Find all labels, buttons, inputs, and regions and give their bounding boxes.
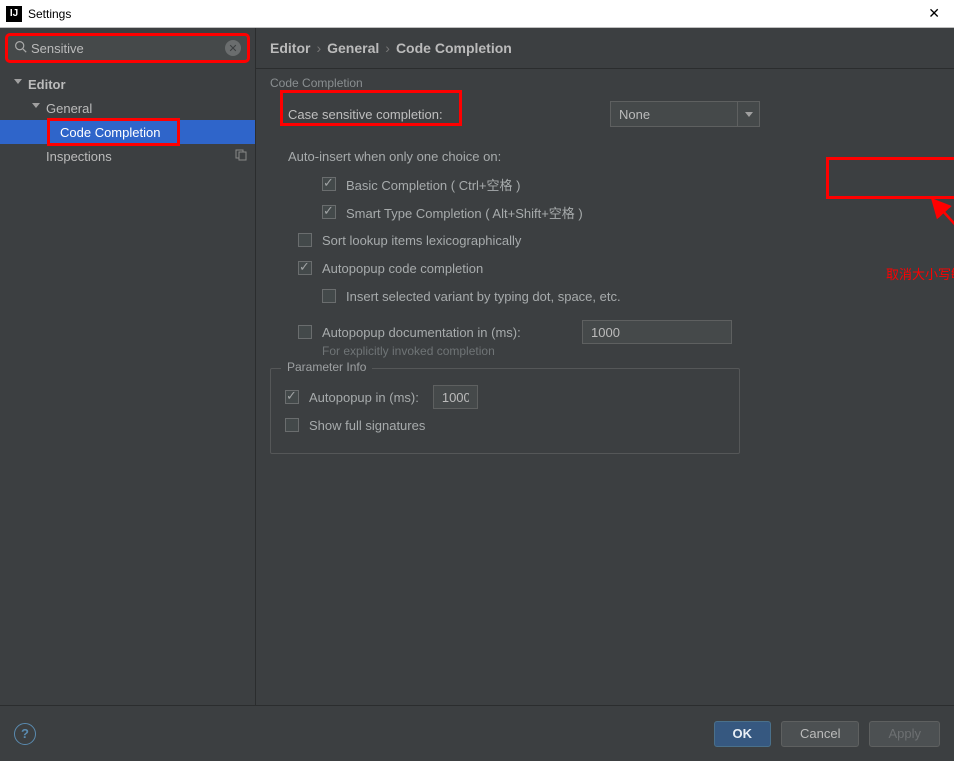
tree-label: Inspections [46, 149, 235, 164]
select-value: None [619, 107, 650, 122]
param-delay-input[interactable] [433, 385, 478, 409]
tree-label: Editor [28, 77, 247, 92]
doc-delay-input[interactable] [582, 320, 732, 344]
tree-label: General [46, 101, 247, 116]
annotation-text: 取消大小写敏感,让代码提示更丰富齐全. [886, 264, 954, 283]
breadcrumb-item[interactable]: Editor [270, 40, 310, 56]
clear-icon[interactable]: ✕ [225, 40, 241, 56]
checkbox-label: Basic Completion ( Ctrl+空格 ) [346, 175, 520, 194]
ok-button[interactable]: OK [714, 721, 772, 747]
dialog-footer: ? OK Cancel Apply [0, 705, 954, 761]
tree-item-general[interactable]: General [0, 96, 255, 120]
button-label: Apply [888, 726, 921, 741]
tree-item-editor[interactable]: Editor [0, 72, 255, 96]
group-title: Code Completion [270, 75, 940, 90]
button-label: OK [733, 726, 753, 741]
checkbox-label: Autopopup documentation in (ms): [322, 325, 582, 340]
chevron-right-icon: › [316, 40, 321, 56]
tree-item-code-completion[interactable]: Code Completion [0, 120, 255, 144]
breadcrumb-item: Code Completion [396, 40, 512, 56]
tree-item-inspections[interactable]: Inspections [0, 144, 255, 168]
breadcrumb: Editor › General › Code Completion [256, 28, 954, 68]
chevron-down-icon [737, 102, 759, 126]
chevron-right-icon: › [385, 40, 390, 56]
breadcrumb-item[interactable]: General [327, 40, 379, 56]
case-sensitive-label: Case sensitive completion: [288, 107, 443, 122]
auto-insert-label: Auto-insert when only one choice on: [288, 149, 501, 164]
chevron-down-icon [32, 103, 42, 113]
checkbox-smart-completion[interactable] [322, 205, 336, 219]
checkbox-autopopup-cc[interactable] [298, 261, 312, 275]
checkbox-label: Smart Type Completion ( Alt+Shift+空格 ) [346, 203, 583, 222]
settings-panel: Code Completion Case sensitive completio… [256, 68, 954, 705]
checkbox-label: Autopopup code completion [322, 261, 483, 276]
checkbox-label: Autopopup in (ms): [309, 390, 419, 405]
window-title: Settings [28, 7, 920, 21]
cancel-button[interactable]: Cancel [781, 721, 859, 747]
checkbox-full-signatures[interactable] [285, 418, 299, 432]
button-label: Cancel [800, 726, 840, 741]
checkbox-autopopup-doc[interactable] [298, 325, 312, 339]
search-box[interactable]: ✕ [7, 35, 248, 61]
chevron-down-icon [14, 79, 24, 89]
tree-label: Code Completion [60, 125, 247, 140]
hint-text: For explicitly invoked completion [270, 344, 940, 358]
checkbox-label: Sort lookup items lexicographically [322, 233, 521, 248]
checkbox-sort-lookup[interactable] [298, 233, 312, 247]
parameter-info-group: Parameter Info Autopopup in (ms): Show f… [270, 368, 740, 454]
main-pane: Editor › General › Code Completion Code … [256, 28, 954, 705]
checkbox-label: Insert selected variant by typing dot, s… [346, 289, 621, 304]
titlebar: IJ Settings ✕ [0, 0, 954, 28]
apply-button[interactable]: Apply [869, 721, 940, 747]
app-icon: IJ [6, 6, 22, 22]
help-button[interactable]: ? [14, 723, 36, 745]
case-sensitive-select[interactable]: None [610, 101, 760, 127]
checkbox-label: Show full signatures [309, 418, 425, 433]
checkbox-autopopup-param[interactable] [285, 390, 299, 404]
copy-icon [235, 149, 247, 164]
close-icon[interactable]: ✕ [920, 5, 948, 22]
settings-tree: Editor General Code Completion Inspectio… [0, 68, 255, 168]
checkbox-insert-variant[interactable] [322, 289, 336, 303]
group-legend: Parameter Info [281, 360, 372, 374]
sidebar: ✕ Editor General Code Completion Inspect… [0, 28, 256, 705]
checkbox-basic-completion[interactable] [322, 177, 336, 191]
search-icon [14, 40, 27, 56]
search-input[interactable] [31, 41, 225, 56]
